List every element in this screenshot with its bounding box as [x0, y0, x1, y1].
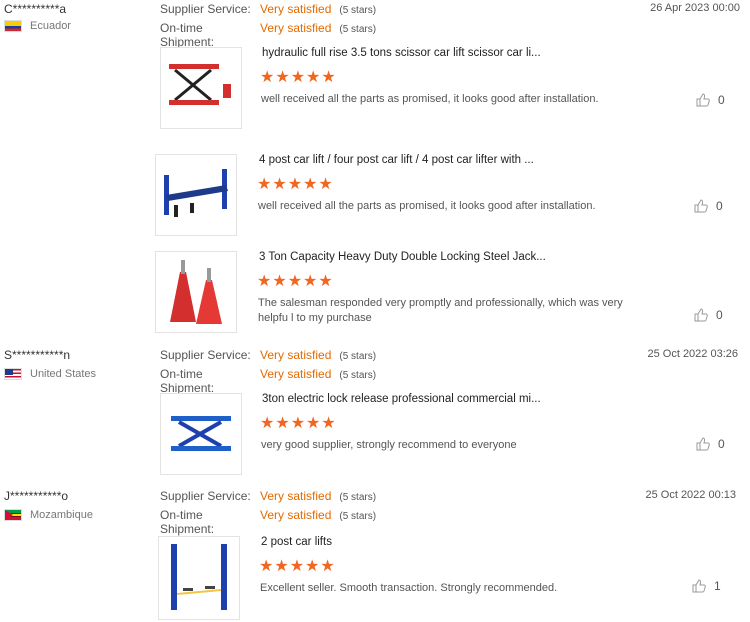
like-count: 0 — [716, 199, 723, 213]
review-card: C**********a Ecuador Supplier Service: V… — [0, 2, 750, 333]
united-states-flag-icon — [4, 368, 22, 380]
review-date: 25 Oct 2022 00:13 — [645, 489, 736, 501]
review-card: S***********n United States Supplier Ser… — [0, 348, 750, 483]
mozambique-flag-icon — [4, 509, 22, 521]
product-title[interactable]: 3 Ton Capacity Heavy Duty Double Locking… — [259, 251, 546, 263]
supplier-service-label: Supplier Service: — [160, 489, 251, 503]
buyer-name: C**********a — [4, 2, 67, 16]
review-comment: The salesman responded very promptly and… — [258, 297, 623, 324]
supplier-service-rating: Supplier Service: Very satisfied (5 star… — [160, 348, 376, 362]
supplier-service-value: Very satisfied — [260, 348, 332, 362]
ontime-shipment-value: Very satisfied — [260, 367, 332, 381]
thumbs-up-icon — [696, 93, 710, 107]
ontime-shipment-stars: (5 stars) — [339, 511, 377, 522]
supplier-service-rating: Supplier Service: Very satisfied (5 star… — [160, 489, 376, 503]
like-button[interactable]: 0 — [695, 92, 725, 108]
like-count: 1 — [714, 579, 721, 593]
review-comment: Excellent seller. Smooth transaction. St… — [260, 582, 558, 594]
ontime-shipment-value: Very satisfied — [260, 508, 332, 522]
like-count: 0 — [718, 93, 725, 107]
ontime-shipment-label: On-time Shipment: — [160, 367, 215, 395]
like-count: 0 — [716, 308, 723, 322]
blue-two-post-lift-image[interactable] — [158, 536, 240, 620]
ontime-shipment-stars: (5 stars) — [339, 370, 377, 381]
review-date: 26 Apr 2023 00:00 — [650, 2, 740, 14]
product-title[interactable]: 3ton electric lock release professional … — [262, 393, 541, 405]
star-rating: ★★★★★ — [257, 273, 334, 290]
supplier-service-stars: (5 stars) — [339, 351, 377, 362]
product-title[interactable]: hydraulic full rise 3.5 tons scissor car… — [262, 47, 541, 59]
supplier-service-value: Very satisfied — [260, 2, 332, 16]
thumbs-up-icon — [694, 308, 708, 322]
like-button[interactable]: 0 — [693, 307, 723, 323]
red-jack-stands-image[interactable] — [155, 251, 237, 333]
ontime-shipment-rating: On-time Shipment: Very satisfied (5 star… — [160, 367, 376, 395]
star-rating: ★★★★★ — [257, 176, 334, 193]
blue-scissor-lift-image[interactable] — [160, 393, 242, 475]
country-name: United States — [30, 368, 97, 380]
product-title[interactable]: 4 post car lift / four post car lift / 4… — [259, 154, 534, 166]
thumbs-up-icon — [692, 579, 706, 593]
star-rating: ★★★★★ — [259, 558, 336, 575]
like-button[interactable]: 0 — [693, 198, 723, 214]
buyer-name: J***********o — [4, 489, 69, 503]
supplier-service-rating: Supplier Service: Very satisfied (5 star… — [160, 2, 376, 16]
star-rating: ★★★★★ — [260, 415, 337, 432]
like-button[interactable]: 1 — [691, 578, 721, 594]
product-title[interactable]: 2 post car lifts — [261, 536, 332, 548]
ontime-shipment-stars: (5 stars) — [339, 24, 377, 35]
ontime-shipment-value: Very satisfied — [260, 21, 332, 35]
ontime-shipment-rating: On-time Shipment: Very satisfied (5 star… — [160, 21, 376, 49]
supplier-service-stars: (5 stars) — [339, 5, 377, 16]
like-button[interactable]: 0 — [695, 436, 725, 452]
star-rating: ★★★★★ — [260, 69, 337, 86]
review-comment: well received all the parts as promised,… — [258, 200, 596, 212]
country-name: Ecuador — [30, 20, 71, 32]
buyer-country: Ecuador — [4, 20, 71, 32]
supplier-service-label: Supplier Service: — [160, 348, 251, 362]
supplier-service-stars: (5 stars) — [339, 492, 377, 503]
like-count: 0 — [718, 437, 725, 451]
buyer-name: S***********n — [4, 348, 71, 362]
ontime-shipment-rating: On-time Shipment: Very satisfied (5 star… — [160, 508, 376, 536]
blue-four-post-lift-image[interactable] — [155, 154, 237, 236]
red-scissor-lift-image[interactable] — [160, 47, 242, 129]
buyer-country: Mozambique — [4, 509, 93, 521]
review-date: 25 Oct 2022 03:26 — [647, 348, 738, 360]
ontime-shipment-label: On-time Shipment: — [160, 508, 215, 536]
country-name: Mozambique — [30, 509, 93, 521]
thumbs-up-icon — [696, 437, 710, 451]
supplier-service-label: Supplier Service: — [160, 2, 251, 16]
buyer-country: United States — [4, 368, 96, 380]
review-comment: very good supplier, strongly recommend t… — [261, 439, 517, 451]
ontime-shipment-label: On-time Shipment: — [160, 21, 215, 49]
review-comment: well received all the parts as promised,… — [261, 93, 599, 105]
thumbs-up-icon — [694, 199, 708, 213]
review-card: J***********o Mozambique Supplier Servic… — [0, 489, 750, 622]
ecuador-flag-icon — [4, 20, 22, 32]
supplier-service-value: Very satisfied — [260, 489, 332, 503]
